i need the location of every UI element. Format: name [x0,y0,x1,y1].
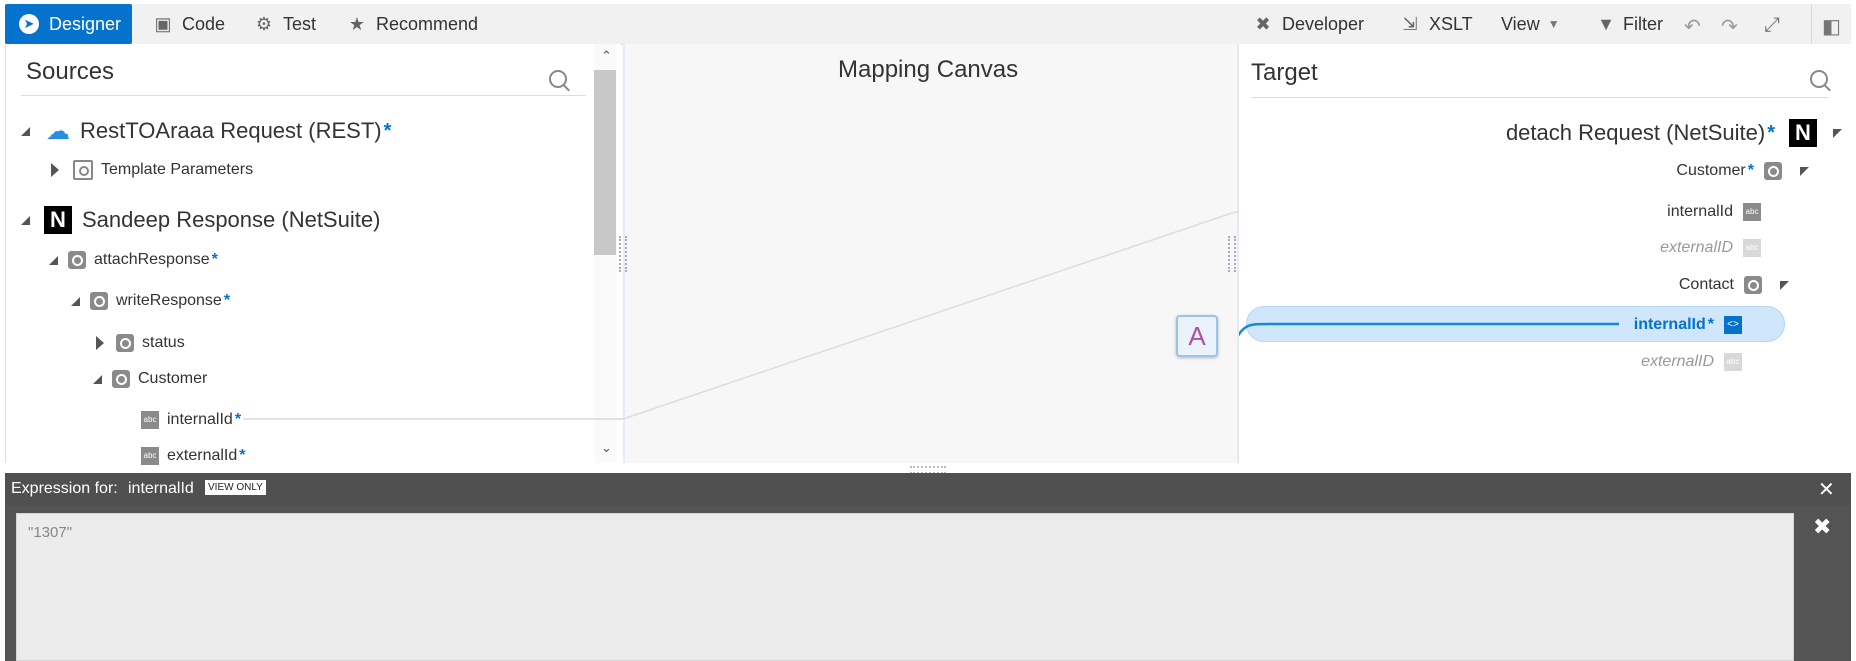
target-item-contact-internalid[interactable]: internalId * <> [1634,312,1742,338]
target-panel: Target detach Request (NetSuite) * N Cus… [1239,44,1851,463]
target-item-label: Contact [1678,276,1734,293]
mapping-line [622,211,1236,420]
expression-header: Expression for: internalId VIEW ONLY ✕ [5,473,1851,506]
complex-node-icon [1744,276,1762,294]
required-marker: * [1747,162,1754,179]
complex-node-icon [1764,162,1782,180]
target-item-internalid[interactable]: internalId abc [1667,199,1761,225]
expression-field: internalId [128,480,194,497]
mapped-code-icon: <> [1724,316,1742,334]
required-marker: * [1707,316,1714,333]
collapse-icon[interactable] [1833,128,1842,138]
target-item-externalid[interactable]: externalID abc [1660,235,1761,261]
close-icon[interactable]: ✕ [1818,477,1835,502]
collapse-icon[interactable] [1780,280,1789,290]
target-item-label: internalId [1633,316,1706,333]
required-marker: * [1767,121,1775,144]
target-item-contact[interactable]: Contact [1679,272,1789,298]
target-item-customer[interactable]: Customer * [1676,158,1809,184]
target-item-label: detach Request (NetSuite) [1505,120,1766,145]
wrench-icon[interactable]: ✖ [1813,514,1831,540]
target-item-detach-request[interactable]: detach Request (NetSuite) * N [1506,117,1842,149]
view-only-badge: VIEW ONLY [205,480,266,495]
target-item-label: externalID [1641,353,1714,370]
collapse-icon[interactable] [1800,166,1809,176]
target-item-label: externalID [1660,239,1733,256]
target-item-contact-externalid[interactable]: externalID abc [1641,349,1742,375]
target-item-label: internalId [1667,203,1733,220]
string-type-icon: abc [1743,239,1761,257]
string-type-icon: abc [1743,203,1761,221]
expression-label: Expression for: [11,480,118,497]
string-type-icon: abc [1724,353,1742,371]
expression-value: "1307" [28,524,73,541]
netsuite-logo-icon: N [1789,119,1817,147]
target-item-label: Customer [1676,162,1746,179]
expression-editor[interactable]: "1307" [16,513,1794,661]
